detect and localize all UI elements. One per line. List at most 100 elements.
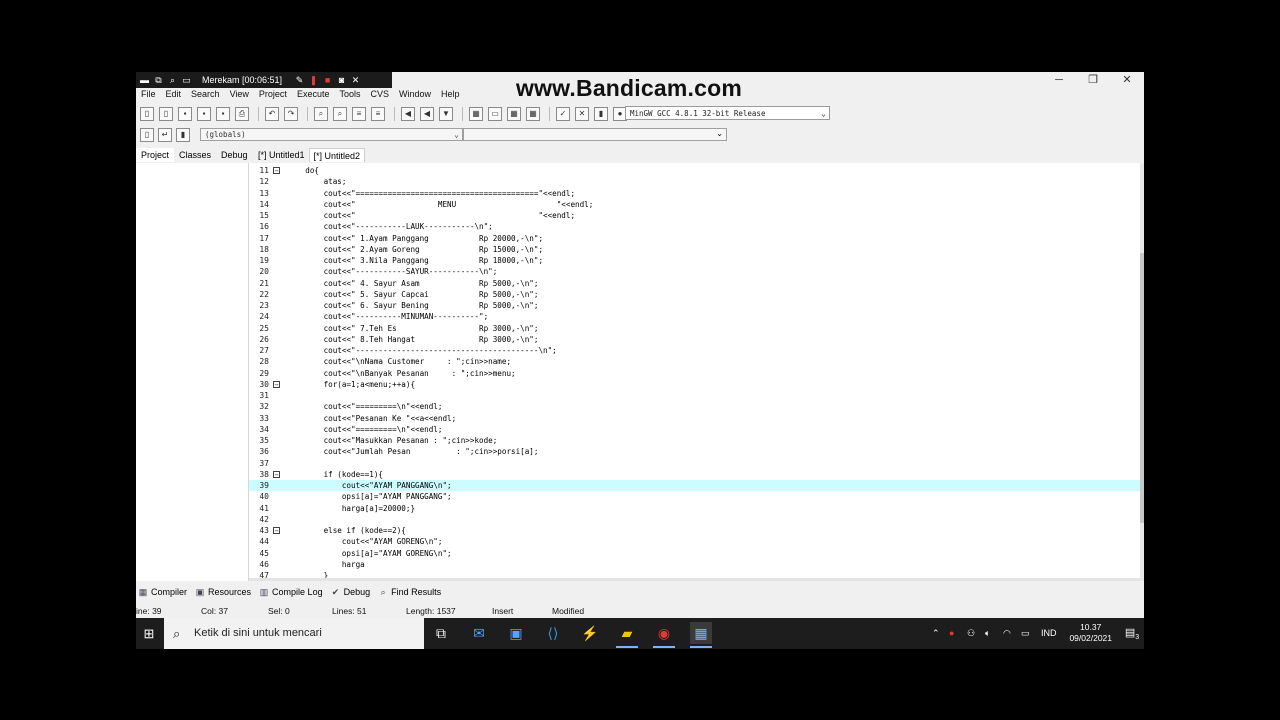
close-file-icon[interactable]: ▪	[216, 107, 230, 121]
bandicam-screen-icon[interactable]: ▭	[182, 75, 191, 85]
project-icon[interactable]: ▦	[469, 107, 483, 121]
find-icon[interactable]: ⌕	[314, 107, 328, 121]
volume-icon[interactable]: 🔈︎	[985, 618, 990, 649]
compiler-select[interactable]: MinGW GCC 4.8.1 32-bit Release ⌄	[625, 106, 830, 120]
wifi-icon[interactable]: ◠	[1003, 618, 1011, 649]
code-line[interactable]: 24 cout<<"----------MINUMAN----------";	[249, 311, 1144, 322]
bottom-tab-debug[interactable]: ✔ Debug	[329, 587, 377, 597]
function-select[interactable]: ⌄	[463, 128, 727, 141]
tray-expand-icon[interactable]: ⌃	[932, 618, 940, 649]
code-line[interactable]: 39 cout<<"AYAM PANGGANG\n";	[249, 480, 1144, 492]
bottom-tab-compile-log[interactable]: ▥ Compile Log	[257, 587, 329, 597]
minimize-button[interactable]: ─	[1042, 72, 1076, 88]
code-line[interactable]: 21 cout<<" 4. Sayur Asam Rp 5000,-\n";	[249, 278, 1144, 289]
code-line[interactable]: 28 cout<<"\nNama Customer : ";cin>>name;	[249, 356, 1144, 367]
camera-icon[interactable]: ◙	[337, 75, 346, 85]
code-line[interactable]: 14 cout<<" MENU "<<endl;	[249, 199, 1144, 210]
menu-tools[interactable]: Tools	[334, 89, 365, 103]
code-line[interactable]: 32 cout<<"=========\n"<<endl;	[249, 401, 1144, 412]
code-line[interactable]: 45 opsi[a]="AYAM GORENG\n";	[249, 548, 1144, 559]
tab-debug[interactable]: Debug	[216, 148, 253, 162]
save-icon[interactable]: ▪	[178, 107, 192, 121]
devcpp-icon[interactable]: ▦	[690, 622, 712, 648]
menu-project[interactable]: Project	[254, 89, 292, 103]
battery-icon[interactable]: ▭	[1021, 618, 1030, 649]
code-line[interactable]: 17 cout<<" 1.Ayam Panggang Rp 20000,-\n"…	[249, 233, 1144, 244]
code-line[interactable]: 15 cout<<" "<<endl;	[249, 210, 1144, 221]
code-line[interactable]: 19 cout<<" 3.Nila Panggang Rp 18000,-\n"…	[249, 255, 1144, 266]
clock[interactable]: 10.37 09/02/2021	[1069, 622, 1112, 644]
back-icon[interactable]: ◀	[401, 107, 415, 121]
bandicam-search-icon[interactable]: ⌕	[168, 75, 177, 85]
undo-icon[interactable]: ↶	[265, 107, 279, 121]
windows-start-icon[interactable]: ⊞	[136, 618, 162, 649]
layout-icon[interactable]: ▦	[526, 107, 540, 121]
globals-select[interactable]: (globals) ⌄	[200, 128, 463, 141]
code-line[interactable]: 27 cout<<"------------------------------…	[249, 345, 1144, 356]
menu-help[interactable]: Help	[436, 89, 465, 103]
grid-icon[interactable]: ▦	[507, 107, 521, 121]
editor-tab[interactable]: [*] Untitled2	[308, 148, 366, 162]
vscode-icon[interactable]: ⟨⟩	[542, 622, 564, 644]
app-icon[interactable]: ⚡	[579, 622, 601, 644]
chart-icon[interactable]: ▮	[594, 107, 608, 121]
print-icon[interactable]: ⎙	[235, 107, 249, 121]
maximize-button[interactable]: ❐	[1076, 72, 1110, 88]
editor-tab[interactable]: [*] Untitled1	[254, 148, 309, 162]
code-editor[interactable]: 11− do{12 atas; 13 cout<<"===============…	[249, 163, 1144, 581]
code-line[interactable]: 33 cout<<"Pesanan Ke "<<a<<endl;	[249, 413, 1144, 424]
code-line[interactable]: 46 harga	[249, 559, 1144, 570]
mail-icon[interactable]: ✉	[468, 622, 490, 644]
code-line[interactable]: 25 cout<<" 7.Teh Es Rp 3000,-\n";	[249, 323, 1144, 334]
store-icon[interactable]: ▣	[505, 622, 527, 644]
fold-toggle-icon[interactable]: −	[273, 167, 280, 175]
fold-toggle-icon[interactable]: −	[273, 470, 280, 478]
code-line[interactable]: 31	[249, 390, 1144, 401]
close-button[interactable]: ✕	[1110, 72, 1144, 88]
bandicam-window-icon[interactable]: ⧉	[154, 75, 163, 85]
code-line[interactable]: 13 cout<<"==============================…	[249, 188, 1144, 199]
taskbar-search[interactable]: ⌕ Ketik di sini untuk mencari	[164, 618, 424, 649]
bandicam-minimize-icon[interactable]: ▬	[140, 75, 149, 85]
vertical-scrollbar[interactable]	[1140, 163, 1144, 581]
code-line[interactable]: 35 cout<<"Masukkan Pesanan : ";cin>>kode…	[249, 435, 1144, 446]
check-syntax-icon[interactable]: ✓	[556, 107, 570, 121]
new-file-icon[interactable]: ▯	[140, 107, 154, 121]
language-indicator[interactable]: IND	[1041, 618, 1057, 649]
pencil-icon[interactable]: ✎	[295, 75, 304, 85]
tab-classes[interactable]: Classes	[174, 148, 216, 162]
fold-toggle-icon[interactable]: −	[273, 380, 280, 388]
bottom-tab-find-results[interactable]: ⌕ Find Results	[376, 587, 447, 597]
code-line[interactable]: 23 cout<<" 6. Sayur Bening Rp 5000,-\n";	[249, 300, 1144, 311]
fold-toggle-icon[interactable]: −	[273, 527, 280, 535]
tab-project[interactable]: Project	[136, 148, 175, 162]
record-icon[interactable]: ●	[949, 618, 954, 649]
horizontal-scrollbar[interactable]	[249, 578, 1144, 581]
code-line[interactable]: 37	[249, 458, 1144, 469]
class-icon[interactable]: ▭	[488, 107, 502, 121]
code-line[interactable]: 18 cout<<" 2.Ayam Goreng Rp 15000,-\n";	[249, 244, 1144, 255]
code-line[interactable]: 22 cout<<" 5. Sayur Capcai Rp 5000,-\n";	[249, 289, 1144, 300]
code-line[interactable]: 16 cout<<"-----------LAUK-----------\n";	[249, 221, 1144, 232]
file-explorer-icon[interactable]: ▰	[616, 622, 638, 648]
notification-icon[interactable]: ▤3	[1124, 626, 1140, 641]
code-line[interactable]: 40 opsi[a]="AYAM PANGGANG";	[249, 491, 1144, 502]
unindent-icon[interactable]: ≡	[371, 107, 385, 121]
toggle-icon[interactable]: ▮	[176, 128, 190, 142]
menu-cvs[interactable]: CVS	[365, 89, 394, 103]
code-line[interactable]: 41 harga[a]=20000;}	[249, 503, 1144, 514]
scrollbar-thumb[interactable]	[1140, 253, 1144, 523]
task-view-icon[interactable]: ⧉	[430, 622, 452, 644]
code-line[interactable]: 43− else if (kode==2){	[249, 525, 1144, 536]
bookmark-icon[interactable]: ▼	[439, 107, 453, 121]
stop-icon[interactable]: ■	[323, 75, 332, 85]
chrome-icon[interactable]: ◉	[653, 622, 675, 648]
indent-icon[interactable]: ≡	[352, 107, 366, 121]
code-line[interactable]: 26 cout<<" 8.Teh Hangat Rp 3000,-\n";	[249, 334, 1144, 345]
code-line[interactable]: 29 cout<<"\nBanyak Pesanan : ";cin>>menu…	[249, 368, 1144, 379]
code-line[interactable]: 42	[249, 514, 1144, 525]
save-all-icon[interactable]: ▪	[197, 107, 211, 121]
code-line[interactable]: 20 cout<<"-----------SAYUR-----------\n"…	[249, 266, 1144, 277]
bottom-tab-compiler[interactable]: ▦ Compiler	[136, 587, 193, 597]
code-line[interactable]: 38− if (kode==1){	[249, 469, 1144, 480]
